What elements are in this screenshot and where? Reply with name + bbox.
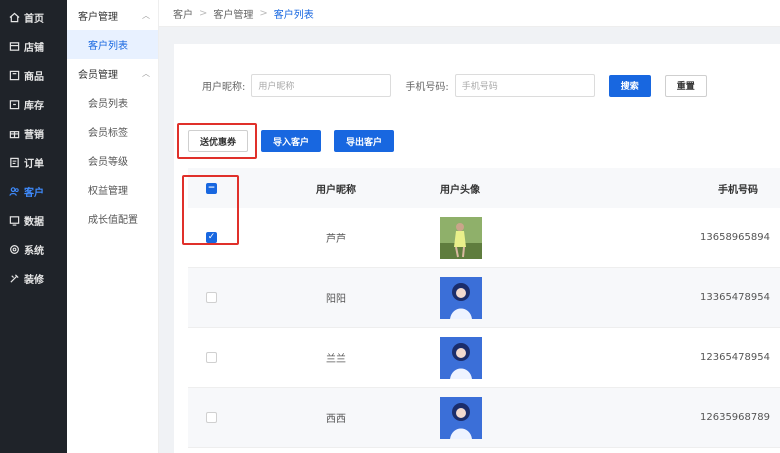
decorate-icon [8, 273, 20, 285]
table-row[interactable]: 西西 12635968789 [188, 388, 780, 448]
header-avatar: 用户头像 [440, 184, 480, 196]
breadcrumb-separator: > [199, 7, 208, 19]
chevron-up-icon: ︿ [142, 69, 150, 78]
avatar [440, 396, 482, 439]
submenu-item-label: 成长值配置 [88, 215, 138, 226]
breadcrumb-current: 客户列表 [273, 9, 314, 21]
submenu-item-benefits[interactable]: 权益管理 [67, 175, 158, 204]
row-checkbox[interactable] [206, 352, 217, 363]
nav-label: 库存 [24, 101, 44, 112]
order-icon [8, 157, 20, 169]
submenu-item-label: 会员标签 [88, 128, 128, 139]
row-nickname: 芦芦 [326, 234, 346, 245]
highlight-box-send-coupon [177, 123, 257, 159]
submenu-item-member-levels[interactable]: 会员等级 [67, 146, 158, 175]
table-header: − 用户昵称 用户头像 手机号码 [188, 168, 780, 208]
submenu-item-label: 会员等级 [88, 157, 128, 168]
row-nickname: 西西 [326, 414, 346, 425]
search-form: 用户昵称: 用户昵称 手机号码: 手机号码 搜索 重置 [202, 74, 707, 97]
submenu-item-customer-list[interactable]: 客户列表 [67, 30, 158, 59]
submenu-item-label: 权益管理 [88, 186, 128, 197]
reset-button[interactable]: 重置 [664, 74, 707, 97]
nickname-input[interactable]: 用户昵称 [251, 74, 392, 97]
inventory-icon [8, 99, 20, 111]
main-nav: 首页 店铺 商品 库存 营销 订单 客户 数据 系统 装修 [0, 0, 67, 453]
highlight-box-checkboxes [182, 175, 239, 245]
chevron-up-icon: ︿ [142, 11, 150, 20]
breadcrumb-item[interactable]: 客户 [173, 6, 193, 21]
nav-label: 客户 [24, 188, 44, 199]
nav-label: 订单 [24, 159, 44, 170]
submenu-group-member[interactable]: 会员管理 ︿ [67, 59, 158, 88]
row-nickname: 阳阳 [326, 294, 346, 305]
nav-label: 数据 [24, 217, 44, 228]
avatar [440, 216, 482, 259]
export-customers-button[interactable]: 导出客户 [334, 130, 394, 152]
submenu-item-growth-config[interactable]: 成长值配置 [67, 204, 158, 233]
header-phone: 手机号码 [718, 184, 758, 196]
table-row[interactable]: ✓ 芦芦 13658965894 [188, 208, 780, 268]
avatar [440, 336, 482, 379]
submenu-item-label: 客户列表 [88, 41, 128, 52]
nav-item-orders[interactable]: 订单 [0, 148, 67, 177]
phone-input[interactable]: 手机号码 [454, 74, 595, 97]
nickname-label: 用户昵称: [202, 82, 246, 93]
row-phone: 12635968789 [700, 412, 770, 423]
search-button[interactable]: 搜索 [608, 74, 651, 97]
submenu-item-member-list[interactable]: 会员列表 [67, 88, 158, 117]
breadcrumb-item[interactable]: 客户管理 [213, 6, 253, 21]
phone-label: 手机号码: [405, 82, 449, 93]
sub-menu: 客户管理 ︿ 客户列表 会员管理 ︿ 会员列表 会员标签 会员等级 权益管理 成… [67, 0, 159, 453]
row-nickname: 兰兰 [326, 354, 346, 365]
submenu-item-member-tags[interactable]: 会员标签 [67, 117, 158, 146]
nav-item-decorate[interactable]: 装修 [0, 264, 67, 293]
nav-item-home[interactable]: 首页 [0, 3, 67, 32]
header-nickname: 用户昵称 [316, 184, 356, 196]
table-row[interactable]: 兰兰 12365478954 [188, 328, 780, 388]
store-icon [8, 41, 20, 53]
submenu-group-label: 客户管理 [78, 12, 118, 23]
row-checkbox[interactable] [206, 292, 217, 303]
breadcrumb-separator: > [259, 7, 268, 19]
nav-label: 店铺 [24, 43, 44, 54]
content-card: 用户昵称: 用户昵称 手机号码: 手机号码 搜索 重置 送优惠券 导入客户 导出… [174, 44, 780, 453]
nav-item-marketing[interactable]: 营销 [0, 119, 67, 148]
data-icon [8, 215, 20, 227]
nav-label: 装修 [24, 275, 44, 286]
customer-icon [8, 186, 20, 198]
nav-label: 系统 [24, 246, 44, 257]
nav-item-data[interactable]: 数据 [0, 206, 67, 235]
goods-icon [8, 70, 20, 82]
nav-item-system[interactable]: 系统 [0, 235, 67, 264]
nav-label: 商品 [24, 72, 44, 83]
submenu-group-customer[interactable]: 客户管理 ︿ [67, 1, 158, 30]
submenu-item-label: 会员列表 [88, 99, 128, 110]
nav-label: 营销 [24, 130, 44, 141]
import-customers-button[interactable]: 导入客户 [261, 130, 321, 152]
avatar [440, 276, 482, 319]
home-icon [8, 12, 20, 24]
submenu-group-label: 会员管理 [78, 70, 118, 81]
gift-icon [8, 128, 20, 140]
nav-label: 首页 [24, 14, 44, 25]
row-phone: 13365478954 [700, 292, 770, 303]
nav-item-goods[interactable]: 商品 [0, 61, 67, 90]
nav-item-inventory[interactable]: 库存 [0, 90, 67, 119]
settings-icon [8, 244, 20, 256]
row-checkbox[interactable] [206, 412, 217, 423]
nav-item-store[interactable]: 店铺 [0, 32, 67, 61]
table-row[interactable]: 阳阳 13365478954 [188, 268, 780, 328]
breadcrumb: 客户 > 客户管理 > 客户列表 [159, 0, 780, 27]
row-phone: 13658965894 [700, 232, 770, 243]
nav-item-customer[interactable]: 客户 [0, 177, 67, 206]
row-phone: 12365478954 [700, 352, 770, 363]
